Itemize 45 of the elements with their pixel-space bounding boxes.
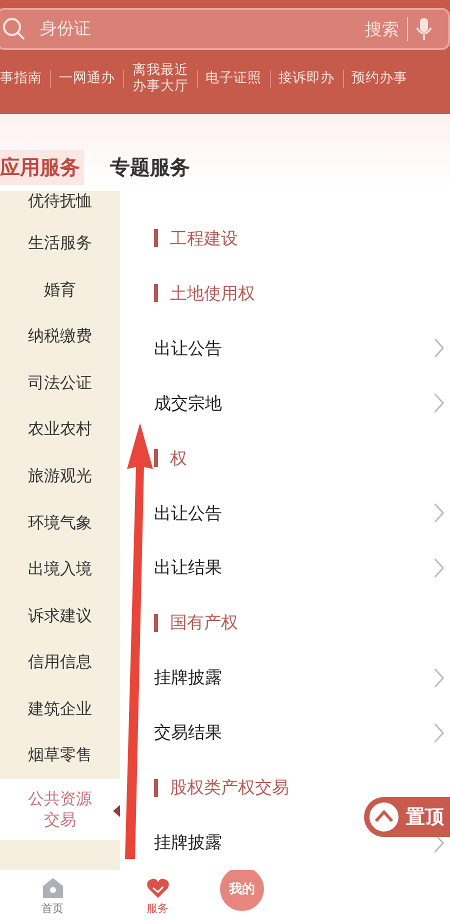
sidebar-item[interactable]: 优待抚恤 — [0, 191, 120, 220]
sidebar-item[interactable]: 环境气象 — [0, 500, 120, 546]
list-item[interactable]: 出让公告 — [154, 330, 450, 366]
search-icon — [2, 17, 26, 41]
chevron-icon — [434, 558, 444, 578]
sidebar-item[interactable]: 生活服务 — [0, 220, 120, 267]
list-item[interactable]: 交易结果 — [154, 715, 450, 750]
list-item[interactable]: 出让公告 — [154, 496, 450, 531]
chevron-icon — [434, 722, 444, 743]
section-heading: 权 — [170, 448, 187, 470]
quick-link[interactable]: 预约办事 — [344, 71, 416, 87]
heart-icon — [146, 876, 170, 898]
sidebar-item[interactable]: 旅游观光 — [0, 453, 120, 500]
quick-link[interactable]: 事指南 — [0, 71, 50, 87]
sidebar-item[interactable]: 婚育 — [0, 266, 120, 314]
sidebar-item[interactable]: 建筑企业 — [0, 686, 120, 733]
microphone-icon[interactable] — [416, 17, 432, 41]
section-heading: 股权类产权交易 — [170, 777, 289, 800]
chevron-icon — [434, 338, 444, 358]
nav-tab[interactable]: 服务 — [105, 876, 210, 916]
chevron-icon — [434, 393, 444, 414]
back-to-top-button[interactable]: 置顶 — [364, 797, 450, 837]
chevron-icon — [434, 503, 444, 524]
sidebar-item[interactable]: 司法公证 — [0, 360, 120, 407]
section-heading: 工程建设 — [170, 228, 238, 250]
home-icon — [40, 876, 64, 898]
chevron-icon — [434, 668, 444, 688]
sidebar-item[interactable]: 农业农村 — [0, 406, 120, 454]
section-heading: 国有产权 — [170, 612, 238, 634]
tab[interactable]: 专题服务 — [106, 150, 194, 185]
sidebar-item[interactable]: 烟草零售 — [0, 732, 120, 780]
sidebar-item[interactable]: 信用信息 — [0, 639, 120, 686]
sidebar-item[interactable]: 纳税缴费 — [0, 314, 120, 360]
quick-link[interactable]: 离我最近办事大厅 — [132, 63, 189, 95]
quick-link[interactable]: 一网通办 — [51, 71, 123, 87]
section-heading: 土地使用权 — [170, 282, 255, 305]
tab[interactable]: 应用服务 — [0, 150, 84, 185]
quick-link[interactable]: 电子证照 — [198, 71, 270, 87]
list-item[interactable]: 成交宗地 — [154, 386, 450, 421]
sidebar-item[interactable]: 诉求建议 — [0, 592, 120, 640]
list-item[interactable]: 挂牌披露 — [154, 660, 450, 696]
nav-tab[interactable]: 首页 — [0, 876, 105, 916]
sidebar-item[interactable]: 出境入境 — [0, 546, 120, 593]
quick-link[interactable]: 接诉即办 — [270, 71, 343, 87]
list-item[interactable]: 出让结果 — [154, 550, 450, 586]
